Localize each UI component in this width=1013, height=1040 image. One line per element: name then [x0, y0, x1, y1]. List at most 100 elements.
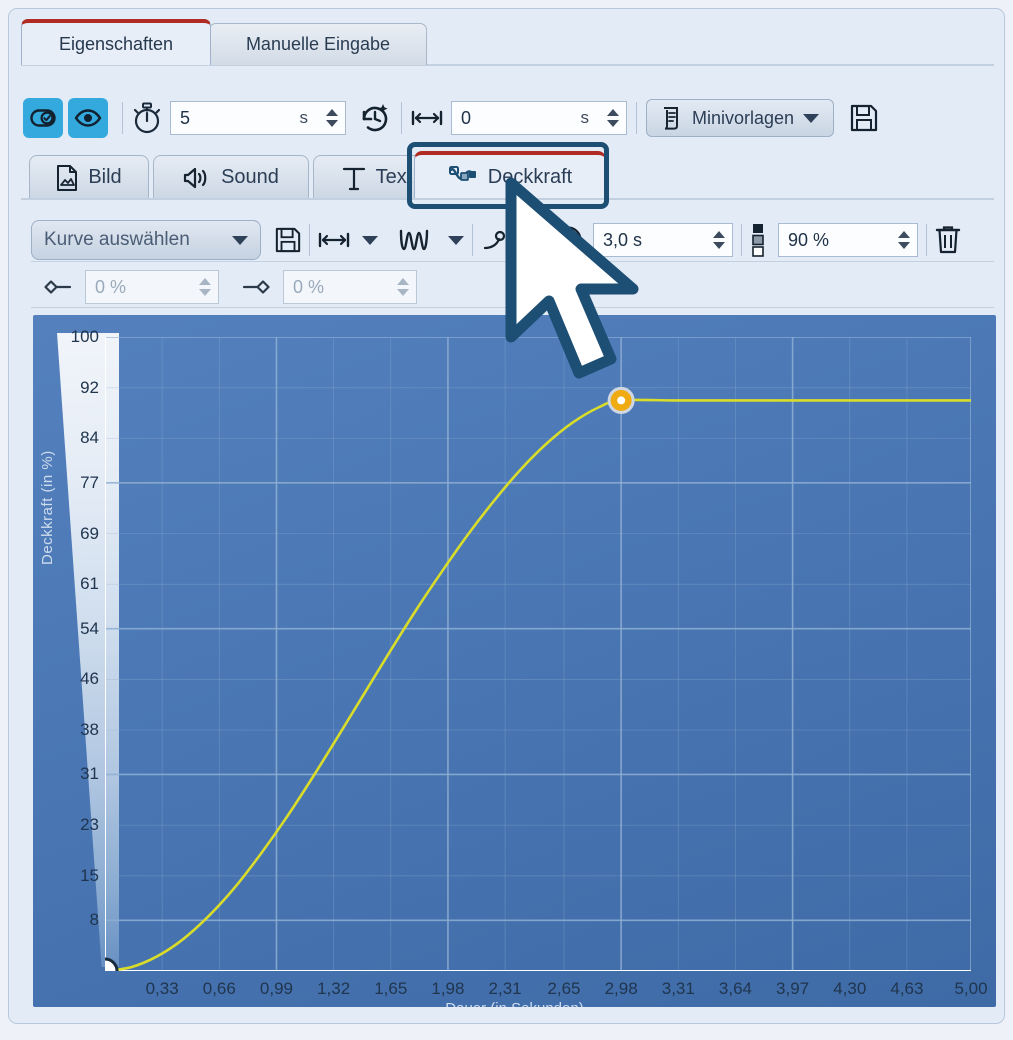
- duration-stepper[interactable]: [318, 102, 345, 134]
- chart-y-tick-label: 84: [80, 428, 99, 448]
- node-opacity-value[interactable]: 90 %: [779, 230, 890, 251]
- duration-step-up-icon[interactable]: [326, 109, 338, 116]
- sub-tab-divider: [21, 198, 994, 200]
- chart-y-tick-label: 23: [80, 815, 99, 835]
- minivorlagen-button[interactable]: Minivorlagen: [646, 99, 835, 137]
- chart-x-tick-label: 3,97: [776, 979, 810, 998]
- handle-in-value[interactable]: 0 %: [86, 277, 191, 298]
- opacity-curve-chart[interactable]: Deckkraft (in %) Dauer (in Sekunden) 100…: [33, 315, 996, 1007]
- delay-unit: s: [580, 108, 590, 127]
- node-handle-toolbar: 0 % 0 %: [43, 267, 417, 307]
- handle-out-step-up-icon[interactable]: [397, 278, 409, 285]
- chevron-down-icon[interactable]: [232, 235, 248, 245]
- chart-x-tick-label: 5,00: [954, 979, 988, 998]
- handle-out-spinner[interactable]: 0 %: [283, 270, 417, 304]
- chart-x-tick-label: 1,32: [317, 979, 351, 998]
- toolbar-divider-3: [636, 102, 637, 134]
- handle-in-step-down-icon[interactable]: [199, 289, 211, 296]
- handle-in-step-up-icon[interactable]: [199, 278, 211, 285]
- curve-node-icon[interactable]: [481, 227, 507, 253]
- node-opacity-step-down-icon[interactable]: [898, 242, 910, 249]
- chart-x-tick-label: 3,31: [661, 979, 695, 998]
- chart-end-node[interactable]: [607, 386, 635, 414]
- toggle-enabled-button[interactable]: [23, 98, 63, 138]
- sidebar-item-deckkraft[interactable]: Deckkraft: [414, 151, 606, 199]
- node-opacity-step-up-icon[interactable]: [898, 231, 910, 238]
- curve-toolbar-divider-1: [309, 224, 310, 256]
- chart-x-tick-label: 0,66: [202, 979, 236, 998]
- node-opacity-stepper[interactable]: [890, 224, 917, 256]
- toggle-visible-button[interactable]: [68, 98, 108, 138]
- delay-spinner[interactable]: 0 s: [451, 101, 627, 135]
- node-time-value[interactable]: 3,0 s: [594, 230, 705, 251]
- node-time-step-up-icon[interactable]: [713, 231, 725, 238]
- curve-span-chevron-down-icon[interactable]: [362, 235, 378, 245]
- node-time-step-down-icon[interactable]: [713, 242, 725, 249]
- save-curve-button[interactable]: [275, 227, 301, 253]
- chart-svg: [105, 337, 971, 971]
- chart-y-tick-label: 38: [80, 720, 99, 740]
- opacity-curve-icon: [448, 164, 478, 190]
- waveform-icon[interactable]: [398, 226, 436, 254]
- handle-out-step-down-icon[interactable]: [397, 289, 409, 296]
- text-t-icon: [342, 165, 366, 191]
- duration-spinner[interactable]: 5 s: [170, 101, 346, 135]
- duration-unit: s: [299, 108, 309, 127]
- node-toolbar-divider-bottom: [31, 307, 994, 308]
- curve-toolbar-divider-bottom: [31, 261, 994, 262]
- curve-toolbar-divider-2: [472, 224, 473, 256]
- curve-select-label: Kurve auswählen: [44, 229, 190, 250]
- auto-timing-icon[interactable]: [358, 101, 392, 135]
- handle-out-stepper[interactable]: [389, 271, 416, 303]
- tab-eigenschaften-label: Eigenschaften: [58, 33, 174, 54]
- chart-x-tick-label: 2,65: [547, 979, 581, 998]
- duration-value[interactable]: 5: [171, 108, 300, 129]
- curve-toolbar-divider-4: [926, 224, 927, 256]
- chart-plot-area[interactable]: [105, 337, 971, 971]
- delay-step-up-icon[interactable]: [607, 109, 619, 116]
- node-time-stepper[interactable]: [705, 224, 732, 256]
- handle-in-stepper[interactable]: [191, 271, 218, 303]
- curve-span-icon[interactable]: [318, 230, 350, 250]
- chart-x-tick-label: 1,98: [431, 979, 465, 998]
- chart-x-tick-label: 0,33: [145, 979, 179, 998]
- save-button[interactable]: [850, 104, 878, 132]
- chart-x-tick-label: 4,30: [833, 979, 867, 998]
- chart-curve-line[interactable]: [105, 398, 971, 971]
- node-opacity-spinner[interactable]: 90 %: [778, 223, 918, 257]
- image-file-icon: [56, 164, 78, 191]
- handle-left-icon: [43, 279, 73, 295]
- waveform-chevron-down-icon[interactable]: [448, 235, 464, 245]
- duration-step-down-icon[interactable]: [326, 120, 338, 127]
- chart-x-tick-label: 2,31: [488, 979, 522, 998]
- sidebar-item-sound-label: Sound: [221, 166, 279, 188]
- delay-stepper[interactable]: [599, 102, 626, 134]
- opacity-steps-icon: [750, 223, 766, 257]
- chevron-down-icon[interactable]: [803, 113, 820, 123]
- handle-in-spinner[interactable]: 0 %: [85, 270, 219, 304]
- curve-toolbar-divider-3: [741, 224, 742, 256]
- chart-y-tick-label: 46: [80, 669, 99, 689]
- toolbar-divider-2: [401, 102, 402, 134]
- stopwatch-icon: [132, 102, 162, 134]
- curve-select-dropdown[interactable]: Kurve auswählen: [31, 220, 261, 260]
- chart-y-tick-label: 100: [70, 327, 99, 346]
- chart-y-tick-label: 54: [80, 618, 99, 638]
- handle-out-value[interactable]: 0 %: [284, 277, 389, 298]
- delete-node-button[interactable]: [935, 225, 961, 255]
- delay-step-down-icon[interactable]: [607, 120, 619, 127]
- chart-start-node[interactable]: [105, 957, 119, 971]
- sidebar-item-text-label: Text: [375, 166, 413, 188]
- chart-y-tick-label: 15: [80, 865, 99, 885]
- delay-value[interactable]: 0: [452, 108, 581, 129]
- toolbar-divider-1: [122, 102, 123, 134]
- tab-manuelle-eingabe[interactable]: Manuelle Eingabe: [209, 23, 427, 65]
- handle-right-icon: [241, 279, 271, 295]
- chart-x-tick-label: 4,63: [890, 979, 924, 998]
- node-time-spinner[interactable]: 3,0 s: [593, 223, 733, 257]
- clock-icon: [553, 225, 583, 255]
- sidebar-item-sound[interactable]: Sound: [153, 155, 309, 199]
- tab-eigenschaften[interactable]: Eigenschaften: [21, 19, 211, 65]
- minivorlagen-label: Minivorlagen: [692, 107, 795, 128]
- sidebar-item-bild[interactable]: Bild: [29, 155, 149, 199]
